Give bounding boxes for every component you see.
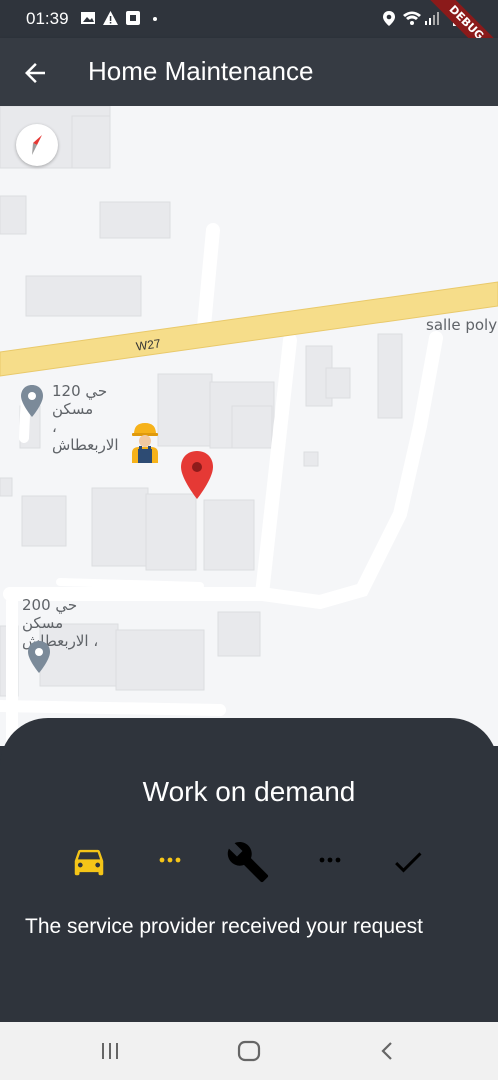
image-icon bbox=[81, 12, 95, 24]
wifi-icon bbox=[403, 11, 421, 25]
place-label-120-line2: ، الاربعطاش bbox=[52, 418, 119, 454]
wrench-icon bbox=[227, 842, 269, 883]
place-pin-icon bbox=[21, 385, 43, 417]
sheet-title: Work on demand bbox=[142, 776, 356, 807]
car-icon bbox=[74, 849, 104, 876]
status-time: 01:39 bbox=[26, 9, 69, 28]
page-title: Home Maintenance bbox=[88, 56, 314, 86]
place-label-120: حي 120 مسكن ، الاربعطاش bbox=[52, 382, 124, 454]
recents-icon[interactable] bbox=[98, 1039, 122, 1063]
dot-icon bbox=[153, 17, 157, 21]
app-bar: Home Maintenance bbox=[0, 38, 498, 106]
compass-button[interactable] bbox=[16, 124, 58, 166]
system-nav-bar bbox=[0, 1022, 498, 1080]
worker-avatar-icon[interactable] bbox=[126, 420, 164, 464]
compass-icon bbox=[32, 135, 42, 155]
location-icon bbox=[383, 11, 395, 26]
dots-icon-2 bbox=[319, 857, 341, 863]
place-pin-icon-2 bbox=[28, 641, 50, 673]
dots-icon bbox=[159, 857, 181, 863]
arrow-left-icon[interactable] bbox=[20, 58, 50, 88]
home-icon[interactable] bbox=[236, 1039, 262, 1063]
check-icon bbox=[395, 852, 422, 873]
order-status-sheet: Work on demand The service provider rece… bbox=[0, 718, 498, 1022]
status-message: The service provider received your reque… bbox=[25, 915, 424, 938]
map-view[interactable]: W27 salle poly حي 120 مسكن ، الاربعطاش ح… bbox=[0, 106, 498, 746]
place-label-salle: salle poly bbox=[426, 316, 498, 334]
place-label-200-line1: حي 200 مسكن bbox=[22, 596, 78, 632]
red-location-pin-icon[interactable] bbox=[180, 450, 214, 500]
square-app-icon bbox=[126, 11, 140, 25]
warning-icon bbox=[103, 11, 118, 25]
back-icon[interactable] bbox=[376, 1039, 400, 1063]
status-bar: 01:39 bbox=[0, 0, 498, 38]
place-label-120-line1: حي 120 مسكن bbox=[52, 382, 108, 418]
